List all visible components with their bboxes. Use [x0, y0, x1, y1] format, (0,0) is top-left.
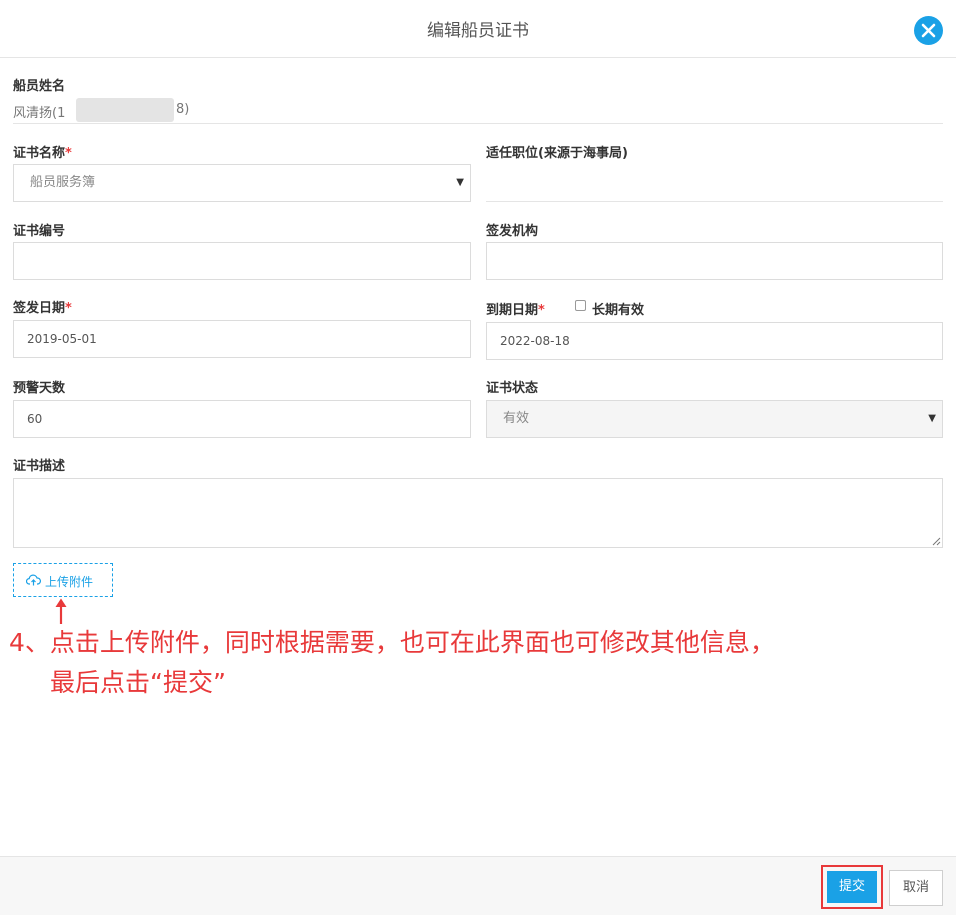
expiry-date-label-text: 到期日期: [486, 303, 539, 318]
cert-name-select[interactable]: 船员服务簿 ▼: [13, 164, 471, 202]
resize-handle-icon[interactable]: [932, 537, 941, 546]
annotation-arrow-icon: [55, 598, 67, 624]
caret-down-icon: ▼: [456, 177, 464, 188]
cert-name-label-text: 证书名称: [13, 146, 66, 161]
status-select[interactable]: 有效 ▼: [486, 400, 943, 438]
upload-attachment-button[interactable]: 上传附件: [13, 563, 113, 597]
cancel-button[interactable]: 取消: [889, 870, 943, 906]
warning-days-label: 预警天数: [13, 381, 66, 396]
issuer-label: 签发机构: [486, 224, 539, 239]
cert-name-label: 证书名称*: [13, 142, 72, 161]
issue-date-label: 签发日期*: [13, 297, 72, 316]
issue-date-input[interactable]: 2019-05-01: [13, 320, 471, 358]
redaction-mask: [76, 98, 174, 122]
annotation-line-1: 4、点击上传附件，同时根据需要，也可在此界面也可修改其他信息，: [9, 628, 775, 657]
status-select-value: 有效: [503, 411, 530, 426]
required-mark: *: [538, 303, 545, 318]
expiry-date-label: 到期日期*: [486, 299, 545, 318]
required-mark: *: [65, 146, 72, 161]
divider: [13, 123, 943, 124]
position-divider: [486, 201, 943, 202]
dialog-header: 编辑船员证书: [0, 0, 956, 58]
description-textarea[interactable]: [13, 478, 943, 548]
cert-number-input[interactable]: [13, 242, 471, 280]
long-term-checkbox[interactable]: [575, 300, 586, 311]
upload-attachment-label: 上传附件: [45, 575, 94, 589]
required-mark: *: [65, 301, 72, 316]
cert-name-select-value: 船员服务簿: [30, 175, 96, 190]
issuer-input[interactable]: [486, 242, 943, 280]
submit-highlight: 提交: [821, 865, 883, 909]
position-label: 适任职位(来源于海事局): [486, 146, 628, 161]
crew-name-value-prefix: 风清扬(1: [13, 106, 66, 121]
dialog-footer: [0, 856, 956, 915]
expiry-date-input[interactable]: 2022-08-18: [486, 322, 943, 360]
long-term-label: 长期有效: [592, 303, 645, 318]
warning-days-input[interactable]: 60: [13, 400, 471, 438]
crew-name-label: 船员姓名: [13, 79, 66, 94]
crew-name-value-suffix: 8): [176, 102, 190, 117]
submit-button[interactable]: 提交: [827, 871, 877, 903]
cert-number-label: 证书编号: [13, 224, 66, 239]
close-icon: [921, 23, 936, 38]
annotation-line-2: 最后点击“提交”: [50, 668, 226, 697]
status-label: 证书状态: [486, 381, 539, 396]
dialog-title: 编辑船员证书: [427, 21, 529, 41]
cloud-upload-icon: [26, 574, 41, 586]
close-button[interactable]: [914, 16, 943, 45]
issue-date-label-text: 签发日期: [13, 301, 66, 316]
description-label: 证书描述: [13, 459, 66, 474]
caret-down-icon: ▼: [928, 413, 936, 424]
